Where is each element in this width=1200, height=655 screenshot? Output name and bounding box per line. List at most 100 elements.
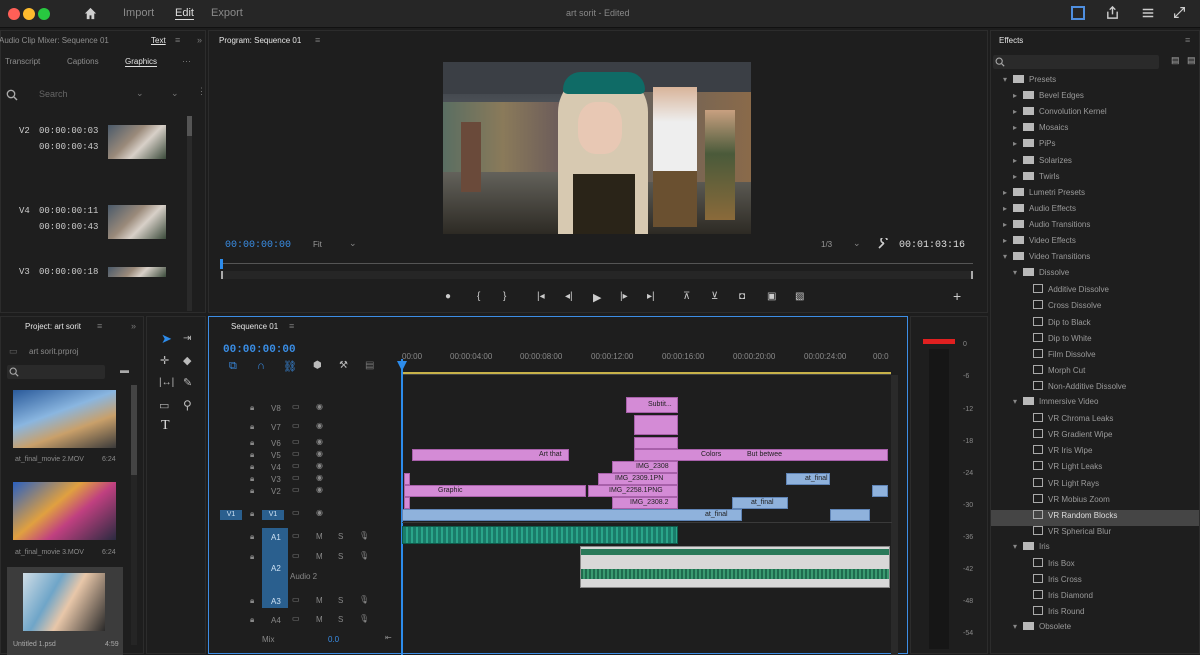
track-target-v1[interactable]: V1: [262, 510, 284, 520]
clip[interactable]: IMG_2308.2: [612, 497, 678, 509]
effect-item[interactable]: Iris Diamond: [991, 590, 1199, 606]
eye-icon[interactable]: ◉: [316, 461, 323, 470]
chevron-down-icon[interactable]: ⌄: [853, 238, 861, 249]
clip[interactable]: [404, 497, 410, 509]
effect-item[interactable]: VR Light Leaks: [991, 461, 1199, 477]
effects-folder[interactable]: ▸ Audio Transitions: [991, 219, 1199, 236]
chevron-right-icon[interactable]: ▸: [1013, 107, 1023, 116]
effects-folder[interactable]: ▾ Immersive Video: [991, 397, 1199, 413]
tab-project[interactable]: Project: art sorit: [25, 322, 81, 331]
chevron-right-icon[interactable]: ▸: [1013, 156, 1023, 165]
snap-icon[interactable]: ∩: [257, 360, 265, 372]
yuv-effects-icon[interactable]: ▤: [1187, 55, 1196, 66]
solo-button[interactable]: S: [338, 532, 343, 541]
scrollbar[interactable]: [187, 116, 192, 311]
panel-menu-icon[interactable]: ≡: [315, 35, 320, 45]
vr-video-icon[interactable]: ▧: [795, 291, 804, 302]
new-bin-icon[interactable]: ▬: [120, 365, 129, 375]
audio-clip[interactable]: [402, 526, 678, 544]
clip[interactable]: [634, 415, 678, 435]
effects-folder[interactable]: ▸ Convolution Kernel: [991, 107, 1199, 123]
solo-button[interactable]: S: [338, 615, 343, 624]
selection-tool-icon[interactable]: ➤: [161, 331, 172, 347]
eye-icon[interactable]: ◉: [316, 485, 323, 494]
effects-search-input[interactable]: [993, 55, 1159, 69]
menu-edit[interactable]: Edit: [175, 7, 194, 19]
mute-button[interactable]: M: [316, 532, 323, 541]
media-thumbnail[interactable]: [23, 573, 105, 631]
eye-icon[interactable]: ◉: [316, 402, 323, 411]
effect-item[interactable]: Cross Dissolve: [991, 300, 1199, 316]
overflow-icon[interactable]: »: [197, 35, 202, 45]
effect-item[interactable]: Iris Cross: [991, 574, 1199, 590]
mute-button[interactable]: M: [316, 596, 323, 605]
clip[interactable]: [830, 509, 870, 521]
comparison-view-icon[interactable]: ▣: [767, 291, 776, 302]
panel-menu-icon[interactable]: ≡: [97, 321, 102, 331]
effect-item[interactable]: VR Mobius Zoom: [991, 493, 1199, 510]
effects-panel-title[interactable]: Effects: [999, 36, 1023, 45]
graphic-thumbnail[interactable]: [108, 267, 166, 277]
effect-item[interactable]: Iris Box: [991, 558, 1199, 574]
effect-item[interactable]: Morph Cut: [991, 364, 1199, 381]
tab-transcript[interactable]: Transcript: [5, 57, 40, 66]
overflow-icon[interactable]: »: [131, 321, 136, 331]
eye-icon[interactable]: ◉: [316, 437, 323, 446]
film-icon[interactable]: ▭: [292, 449, 300, 458]
go-to-out-icon[interactable]: ▸|: [647, 291, 655, 302]
linked-selection-icon[interactable]: ⛓: [283, 360, 297, 373]
mic-icon[interactable]: 🎙︎: [359, 531, 369, 540]
effect-item[interactable]: VR Chroma Leaks: [991, 413, 1199, 429]
effect-item[interactable]: VR Light Rays: [991, 477, 1199, 494]
clip[interactable]: Subtit...: [626, 397, 678, 413]
film-icon[interactable]: ▭: [292, 402, 300, 411]
project-search-input[interactable]: [7, 365, 105, 379]
clip[interactable]: IMG_2309.1PN: [598, 473, 678, 485]
lift-icon[interactable]: ⊼: [683, 291, 690, 302]
options-icon[interactable]: ⋮: [197, 86, 206, 97]
playhead-timecode[interactable]: 00:00:00:00: [225, 240, 291, 251]
add-marker-icon[interactable]: ⬢: [313, 360, 322, 371]
effects-folder[interactable]: ▾ Iris: [991, 541, 1199, 558]
lock-icon[interactable]: 🔒︎: [250, 438, 254, 448]
chevron-right-icon[interactable]: ▸: [1013, 91, 1023, 100]
effect-item[interactable]: VR Iris Wipe: [991, 445, 1199, 461]
clip[interactable]: IMG_2258.1PNG: [588, 485, 678, 497]
scrollbar[interactable]: [131, 385, 137, 645]
step-forward-icon[interactable]: |▸: [620, 291, 628, 302]
film-icon[interactable]: ▭: [292, 473, 300, 482]
lock-icon[interactable]: 🔒︎: [250, 552, 254, 562]
fit-icon[interactable]: ⇤: [385, 633, 392, 642]
share-icon[interactable]: [1105, 5, 1120, 20]
effect-item[interactable]: Iris Round: [991, 606, 1199, 622]
more-icon[interactable]: ⋯: [182, 56, 191, 67]
clip[interactable]: [634, 437, 678, 449]
solo-button[interactable]: S: [338, 596, 343, 605]
film-icon[interactable]: ▭: [292, 485, 300, 494]
menu-import[interactable]: Import: [123, 7, 154, 19]
timeline-timecode[interactable]: 00:00:00:00: [223, 344, 296, 356]
clip[interactable]: IMG_2308: [612, 461, 678, 473]
media-thumbnail[interactable]: [13, 482, 116, 540]
zoom-tool-icon[interactable]: ⚲: [183, 398, 192, 412]
clip[interactable]: Colors But betwee: [634, 449, 888, 461]
eye-icon[interactable]: ◉: [316, 449, 323, 458]
mark-in-icon[interactable]: {: [477, 291, 480, 302]
clip[interactable]: at_final: [786, 473, 830, 485]
graphic-thumbnail[interactable]: [108, 205, 166, 239]
type-tool-icon[interactable]: T: [161, 418, 170, 434]
film-icon[interactable]: ▭: [292, 437, 300, 446]
effects-folder[interactable]: ▸ Twirls: [991, 171, 1199, 188]
workspace-icon[interactable]: [1071, 6, 1085, 20]
effects-folder[interactable]: ▸ Mosaics: [991, 123, 1199, 139]
clip[interactable]: [872, 485, 888, 497]
effects-folder[interactable]: ▸ Solarizes: [991, 155, 1199, 172]
selected-media-item[interactable]: Untitled 1.psd 4:59: [7, 567, 123, 655]
effect-item[interactable]: VR Random Blocks: [991, 509, 1199, 526]
nest-icon[interactable]: ⧉: [229, 360, 237, 373]
minimize-window-button[interactable]: [23, 8, 35, 20]
effect-item[interactable]: VR Spherical Blur: [991, 525, 1199, 542]
close-window-button[interactable]: [8, 8, 20, 20]
rectangle-tool-icon[interactable]: ▭: [159, 399, 169, 412]
chevron-right-icon[interactable]: ▸: [1013, 123, 1023, 132]
